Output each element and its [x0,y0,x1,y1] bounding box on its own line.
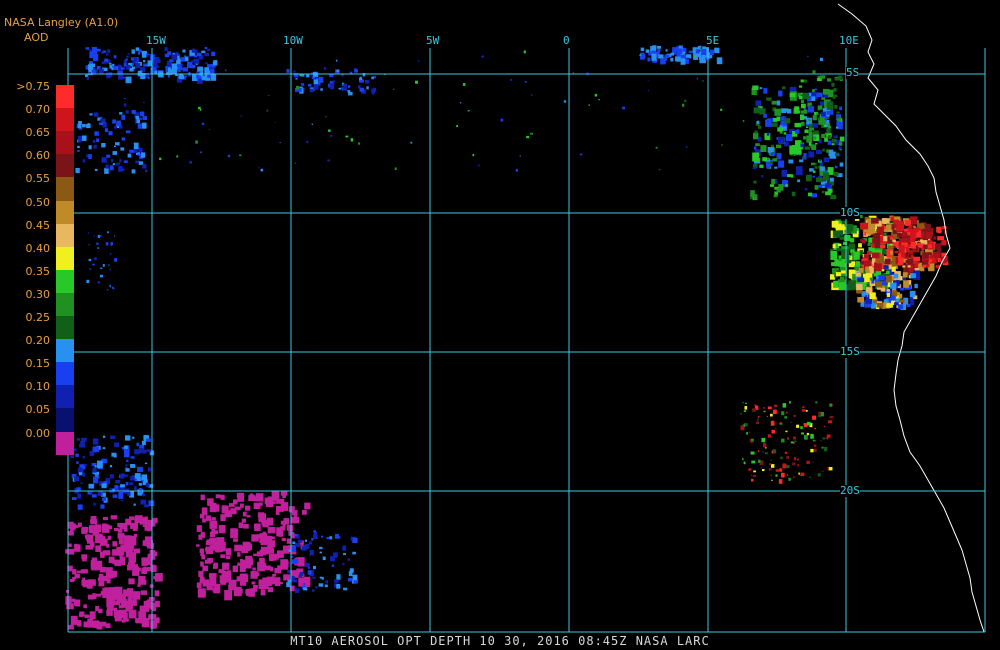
legend-swatch [56,131,74,155]
aerosol-data-layer [65,45,949,630]
legend-swatch [56,200,74,225]
lon-label-5e: 5E [706,34,720,47]
legend-label: 0.50 [25,195,51,209]
legend-swatch [56,362,74,386]
legend-swatch [56,316,74,340]
lon-label-0: 0 [563,34,570,47]
lat-lon-grid [67,48,986,633]
source-label: NASA Langley (A1.0) [4,16,119,29]
legend-label: 0.00 [25,426,51,440]
legend-label: 0.60 [25,149,51,163]
lat-label-10s: 10S [840,206,860,219]
legend-swatch [56,108,74,132]
lat-label-15s: 15S [840,345,860,358]
legend-label: 0.35 [25,264,51,278]
legend-swatch [56,223,74,248]
legend-label: 0.55 [25,172,51,186]
legend-swatch [56,269,74,294]
legend-label: 0.45 [25,218,51,232]
legend-swatch [56,385,74,409]
legend-label: 0.30 [25,287,51,301]
lon-label-15w: 15W [146,34,166,47]
legend-swatch [56,85,74,109]
aerosol-map [65,3,986,633]
legend-swatch [56,339,74,363]
lon-label-5w: 5W [426,34,440,47]
product-label: AOD [24,31,49,44]
legend-swatch [56,154,74,178]
legend-swatch [56,431,74,456]
legend-label: 0.70 [25,103,51,117]
legend-label: 0.40 [25,241,51,255]
legend-swatch [56,246,74,271]
legend-label: 0.10 [25,380,51,394]
legend-label: 0.25 [25,311,51,324]
legend-label: 0.65 [25,126,51,140]
lon-label-10w: 10W [283,34,303,47]
legend-label: 0.05 [25,403,51,417]
lat-label-20s: 20S [840,484,860,497]
legend-label: 0.20 [25,334,51,348]
lon-label-10e: 10E [839,34,859,47]
lat-label-5s: 5S [846,66,860,79]
legend-label: 0.15 [25,357,51,371]
legend-swatch [56,408,74,432]
legend-swatch [56,292,74,317]
legend-swatch [56,177,74,201]
footer-caption: MT10 AEROSOL OPT DEPTH 10 30, 2016 08:45… [290,634,710,648]
legend-label: >0.75 [16,80,50,93]
coastline [837,3,985,633]
